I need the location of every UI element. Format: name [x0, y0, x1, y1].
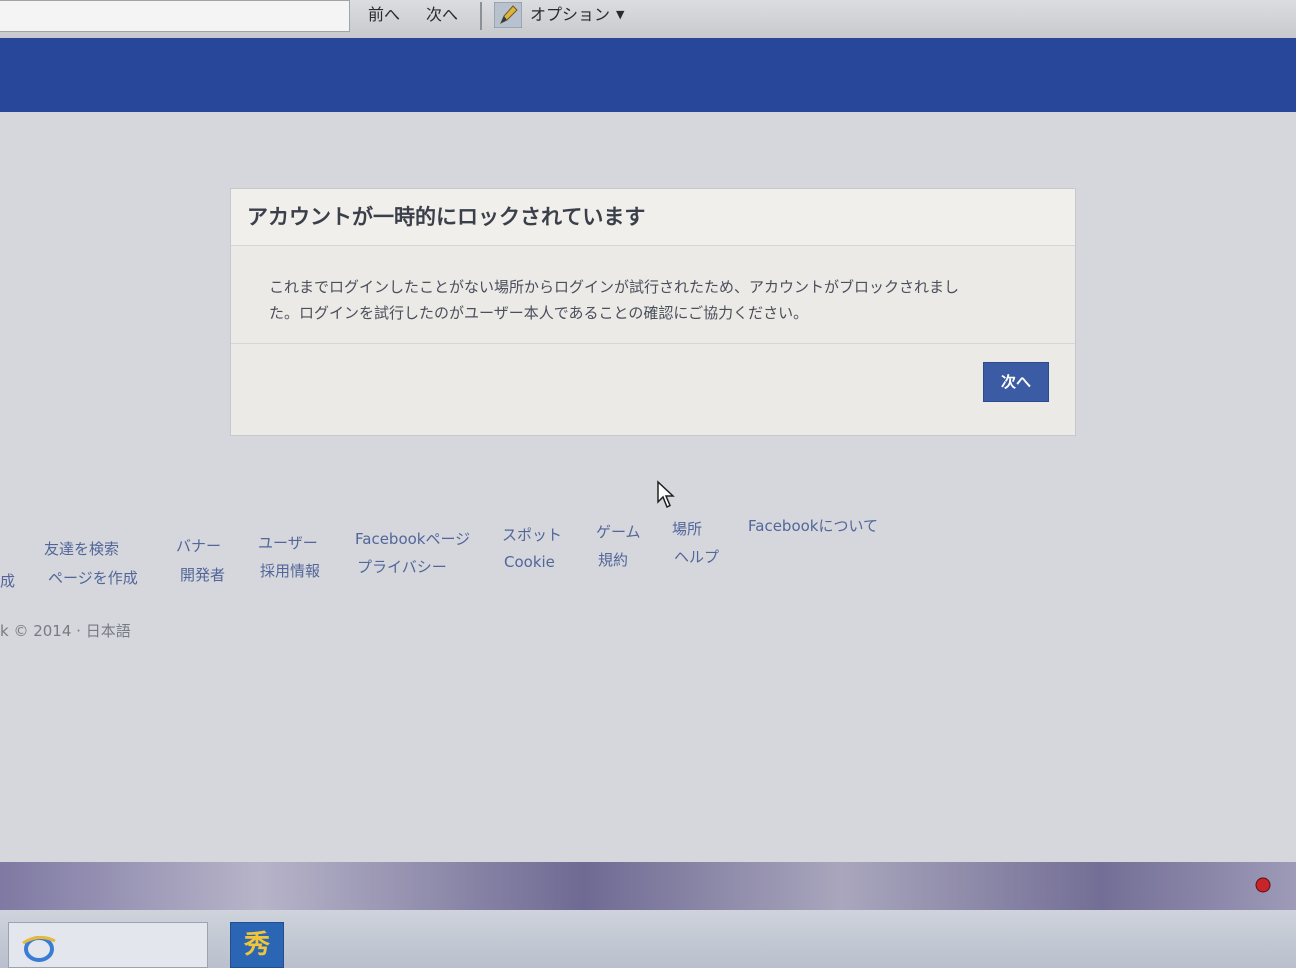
tray-icon[interactable]: [1254, 876, 1272, 894]
footer-link-find-friends[interactable]: 友達を検索: [44, 538, 119, 559]
footer-link-badges[interactable]: バナー: [176, 535, 221, 556]
taskbar-app-browser[interactable]: [8, 922, 208, 968]
desktop-wallpaper-strip: [0, 862, 1296, 910]
footer-link-terms[interactable]: 規約: [598, 549, 628, 570]
footer-link-places[interactable]: 場所: [672, 518, 702, 539]
copyright-language: k © 2014 · 日本語: [0, 622, 131, 640]
next-button[interactable]: 次へ: [983, 362, 1049, 402]
toolbar-divider: [480, 2, 482, 30]
dialog-footer: 次へ: [231, 343, 1075, 435]
footer-link-create-ad-fragment[interactable]: 成: [0, 570, 15, 591]
footer-link-about[interactable]: Facebookについて: [748, 515, 878, 536]
footer-link-people[interactable]: ユーザー: [258, 532, 318, 553]
find-next-button[interactable]: 次へ: [422, 2, 462, 28]
dialog-message-line2: た。ログインを試行したのがユーザー本人であることの確認にご協力ください。: [269, 304, 809, 322]
facebook-header-bar: [0, 38, 1296, 112]
cursor-icon: [657, 480, 675, 509]
account-locked-dialog: アカウントが一時的にロックされています これまでログインしたことがない場所からロ…: [230, 188, 1076, 436]
footer-link-pages[interactable]: Facebookページ: [355, 528, 470, 549]
footer-link-careers[interactable]: 採用情報: [260, 560, 320, 581]
taskbar-app-hidemaru[interactable]: 秀: [230, 922, 284, 968]
dialog-message: これまでログインしたことがない場所からログインが試行されたため、アカウントがブロ…: [231, 246, 1075, 356]
pen-icon: [494, 2, 522, 28]
footer-link-developers[interactable]: 開発者: [180, 564, 225, 585]
footer-link-cookie[interactable]: Cookie: [504, 553, 555, 571]
ie-icon: [22, 936, 56, 962]
options-label: オプション: [530, 5, 611, 24]
windows-taskbar: 秀: [0, 910, 1296, 968]
footer-link-privacy[interactable]: プライバシー: [357, 556, 447, 577]
find-input[interactable]: [0, 0, 350, 32]
footer-link-help[interactable]: ヘルプ: [674, 546, 719, 567]
footer-link-spots[interactable]: スポット: [502, 524, 562, 545]
find-prev-button[interactable]: 前へ: [364, 2, 404, 28]
footer-link-create-page[interactable]: ページを作成: [48, 567, 138, 588]
options-button[interactable]: オプション ▼: [490, 2, 628, 28]
browser-toolbar: 前へ 次へ オプション ▼: [0, 0, 1296, 38]
dialog-title: アカウントが一時的にロックされています: [231, 189, 1075, 246]
chevron-down-icon: ▼: [616, 8, 625, 21]
footer-link-games[interactable]: ゲーム: [596, 521, 641, 542]
dialog-message-line1: これまでログインしたことがない場所からログインが試行されたため、アカウントがブロ…: [269, 278, 960, 296]
